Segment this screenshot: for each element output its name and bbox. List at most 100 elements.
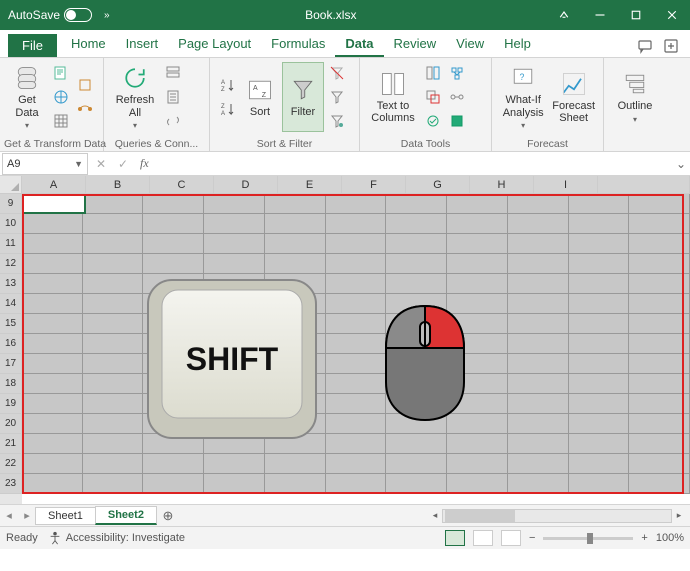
clear-filter-icon[interactable]: [326, 62, 348, 84]
cell[interactable]: [326, 434, 387, 454]
row-header[interactable]: 17: [0, 354, 22, 374]
cell[interactable]: [508, 434, 569, 454]
select-all-corner[interactable]: [0, 176, 22, 194]
cell[interactable]: [143, 254, 204, 274]
cell[interactable]: [22, 294, 83, 314]
from-table-icon[interactable]: [50, 110, 72, 132]
cell[interactable]: [22, 234, 83, 254]
text-to-columns-button[interactable]: Text to Columns: [366, 62, 420, 132]
cell[interactable]: [83, 274, 144, 294]
tab-page-layout[interactable]: Page Layout: [168, 32, 261, 57]
forecast-sheet-button[interactable]: Forecast Sheet: [550, 62, 597, 132]
cell[interactable]: [629, 474, 690, 494]
cell[interactable]: [508, 254, 569, 274]
properties-icon[interactable]: [162, 86, 184, 108]
maximize-button[interactable]: [618, 0, 654, 30]
cell[interactable]: [386, 234, 447, 254]
column-header[interactable]: F: [342, 176, 406, 194]
column-header[interactable]: C: [150, 176, 214, 194]
zoom-in-button[interactable]: +: [641, 532, 647, 544]
tab-help[interactable]: Help: [494, 32, 541, 57]
row-header[interactable]: 19: [0, 394, 22, 414]
cell[interactable]: [447, 274, 508, 294]
get-data-button[interactable]: Get Data ▾: [6, 62, 48, 132]
cell[interactable]: [326, 354, 387, 374]
cell[interactable]: [629, 314, 690, 334]
cancel-formula-icon[interactable]: ✕: [90, 153, 112, 175]
cell[interactable]: [569, 194, 630, 214]
data-model-icon[interactable]: [446, 110, 468, 132]
cell[interactable]: [569, 254, 630, 274]
cell[interactable]: [326, 194, 387, 214]
cell[interactable]: [22, 474, 83, 494]
cell[interactable]: [204, 214, 265, 234]
cell[interactable]: [22, 394, 83, 414]
cell[interactable]: [508, 314, 569, 334]
cell[interactable]: [83, 374, 144, 394]
cell[interactable]: [22, 454, 83, 474]
ribbon-display-icon[interactable]: [546, 0, 582, 30]
minimize-button[interactable]: [582, 0, 618, 30]
remove-duplicates-icon[interactable]: [422, 86, 444, 108]
row-header[interactable]: 13: [0, 274, 22, 294]
row-header[interactable]: 10: [0, 214, 22, 234]
cell[interactable]: [326, 214, 387, 234]
cell[interactable]: [22, 374, 83, 394]
cell[interactable]: [265, 454, 326, 474]
cell[interactable]: [83, 394, 144, 414]
cell[interactable]: [265, 234, 326, 254]
page-layout-view-button[interactable]: [473, 530, 493, 546]
cell[interactable]: [326, 374, 387, 394]
cell[interactable]: [447, 194, 508, 214]
cell[interactable]: [569, 314, 630, 334]
cell[interactable]: [326, 394, 387, 414]
tab-file[interactable]: File: [8, 34, 57, 57]
cell[interactable]: [569, 354, 630, 374]
cell[interactable]: [569, 214, 630, 234]
cell[interactable]: [447, 474, 508, 494]
sort-button[interactable]: AZ Sort: [240, 62, 280, 132]
worksheet-grid[interactable]: 91011121314151617181920212223 ABCDEFGHI …: [0, 176, 690, 504]
cell[interactable]: [326, 254, 387, 274]
cell[interactable]: [629, 414, 690, 434]
consolidate-icon[interactable]: [446, 62, 468, 84]
cell[interactable]: [83, 234, 144, 254]
cell[interactable]: [204, 254, 265, 274]
filter-button[interactable]: Filter: [282, 62, 324, 132]
cell[interactable]: [629, 294, 690, 314]
cell[interactable]: [629, 454, 690, 474]
formula-input[interactable]: [155, 153, 672, 175]
cell[interactable]: [386, 254, 447, 274]
cell[interactable]: [508, 294, 569, 314]
sort-desc-icon[interactable]: ZA: [216, 98, 238, 120]
cell[interactable]: [386, 194, 447, 214]
cell[interactable]: [447, 454, 508, 474]
queries-connections-icon[interactable]: [162, 62, 184, 84]
autosave-toggle[interactable]: AutoSave: [8, 8, 92, 22]
tab-formulas[interactable]: Formulas: [261, 32, 335, 57]
new-sheet-button[interactable]: ⊕: [157, 508, 179, 524]
cell[interactable]: [508, 394, 569, 414]
cell[interactable]: [508, 474, 569, 494]
cell[interactable]: [22, 414, 83, 434]
cell[interactable]: [83, 214, 144, 234]
refresh-all-button[interactable]: Refresh All ▾: [110, 62, 160, 132]
outline-button[interactable]: Outline ▾: [610, 62, 660, 132]
cell[interactable]: [204, 234, 265, 254]
column-header[interactable]: I: [534, 176, 598, 194]
cell[interactable]: [83, 194, 144, 214]
cell[interactable]: [508, 274, 569, 294]
tab-home[interactable]: Home: [61, 32, 116, 57]
cell[interactable]: [22, 274, 83, 294]
cell[interactable]: [508, 414, 569, 434]
row-header[interactable]: 23: [0, 474, 22, 494]
cell[interactable]: [204, 454, 265, 474]
cell[interactable]: [143, 234, 204, 254]
cell[interactable]: [326, 474, 387, 494]
reapply-icon[interactable]: [326, 86, 348, 108]
cell[interactable]: [22, 334, 83, 354]
cell[interactable]: [629, 434, 690, 454]
cell[interactable]: [629, 374, 690, 394]
cell[interactable]: [569, 274, 630, 294]
cell[interactable]: [143, 214, 204, 234]
